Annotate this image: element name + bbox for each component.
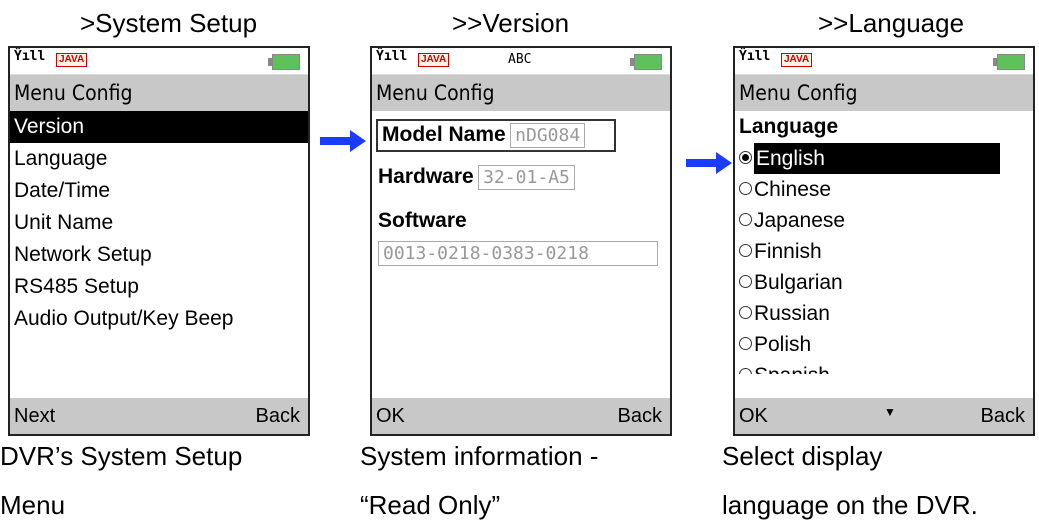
hardware-field: 32-01-A5 — [478, 165, 575, 190]
menu-title: Menu Config — [735, 75, 1033, 111]
caption-line: System information - — [360, 441, 599, 471]
language-option-japanese[interactable]: Japanese — [735, 205, 1033, 236]
language-label: English — [754, 143, 1000, 174]
radio-icon — [739, 275, 752, 288]
ok-softkey[interactable]: OK — [739, 398, 768, 434]
menu-item-version[interactable]: Version — [10, 111, 308, 143]
input-mode-indicator: ABC — [508, 52, 532, 67]
radio-selected-icon — [739, 151, 752, 164]
radio-icon — [739, 337, 752, 350]
java-icon: JAVA — [56, 53, 88, 67]
java-icon: JAVA — [418, 53, 450, 67]
language-label: Finnish — [754, 240, 822, 263]
model-name-label: Model Name — [382, 123, 506, 146]
radio-icon — [739, 182, 752, 195]
menu-list: Version Language Date/Time Unit Name Net… — [10, 111, 308, 401]
phone-screen-system-setup: Ÿıll JAVA Menu Config Version Language D… — [8, 46, 310, 436]
language-option-spanish[interactable]: Spanish — [735, 360, 1033, 374]
caption-line: “Read Only” — [360, 490, 501, 520]
language-option-finnish[interactable]: Finnish — [735, 236, 1033, 267]
language-option-english[interactable]: English — [735, 143, 1033, 174]
right-arrow-icon — [686, 152, 732, 174]
language-label: Russian — [754, 302, 830, 325]
caption-line: language on the DVR. — [722, 490, 978, 520]
language-label: Chinese — [754, 178, 832, 201]
hardware-row: Hardware 32-01-A5 — [378, 165, 575, 190]
hardware-label: Hardware — [378, 165, 474, 188]
phone-screen-version: Ÿıll JAVA ABC Menu Config Model Name nDG… — [370, 46, 672, 436]
radio-icon — [739, 306, 752, 319]
soft-key-bar: OK Back — [372, 398, 670, 434]
ok-softkey[interactable]: OK — [376, 398, 405, 434]
caption-version: System information - “Read Only” — [360, 432, 598, 530]
menu-item-language[interactable]: Language — [10, 143, 308, 175]
back-softkey[interactable]: Back — [618, 398, 662, 434]
caption-system-setup: DVR’s System Setup Menu — [0, 432, 242, 530]
battery-icon — [630, 54, 662, 70]
back-softkey[interactable]: Back — [981, 398, 1025, 434]
language-option-polish[interactable]: Polish — [735, 329, 1033, 360]
language-section-label: Language — [739, 115, 839, 138]
language-label: Bulgarian — [754, 271, 843, 294]
next-softkey[interactable]: Next — [14, 398, 55, 434]
battery-icon — [268, 54, 300, 70]
software-field: 0013-0218-0383-0218 — [378, 241, 658, 266]
model-name-row: Model Name nDG084 — [376, 119, 616, 152]
radio-icon — [739, 213, 752, 226]
down-arrow-icon: ▼ — [884, 405, 896, 419]
caption-line: Select display — [722, 441, 883, 471]
language-option-bulgarian[interactable]: Bulgarian — [735, 267, 1033, 298]
heading-language: >>Language — [818, 8, 965, 38]
language-option-chinese[interactable]: Chinese — [735, 174, 1033, 205]
model-name-field: nDG084 — [510, 123, 586, 148]
status-bar: Ÿıll JAVA — [10, 48, 308, 75]
menu-item-date-time[interactable]: Date/Time — [10, 175, 308, 207]
caption-line: Menu — [0, 490, 66, 520]
menu-title: Menu Config — [372, 75, 670, 111]
phone-screen-language: Ÿıll JAVA Menu Config Language English C… — [733, 46, 1035, 436]
software-label: Software — [378, 209, 467, 232]
menu-item-unit-name[interactable]: Unit Name — [10, 207, 308, 239]
status-bar: Ÿıll JAVA ABC — [372, 48, 670, 75]
menu-item-audio-output[interactable]: Audio Output/Key Beep — [10, 303, 308, 335]
signal-icon: Ÿıll — [14, 49, 46, 64]
back-softkey[interactable]: Back — [256, 398, 300, 434]
caption-line: DVR’s System Setup — [0, 441, 243, 471]
heading-system-setup: >System Setup — [80, 8, 258, 38]
java-icon: JAVA — [781, 53, 813, 67]
status-bar: Ÿıll JAVA — [735, 48, 1033, 75]
version-info: Model Name nDG084 Hardware 32-01-A5 Soft… — [372, 111, 670, 401]
signal-icon: Ÿıll — [376, 49, 408, 64]
language-option-russian[interactable]: Russian — [735, 298, 1033, 329]
caption-language: Select display language on the DVR. — [722, 432, 978, 530]
language-list: Language English Chinese Japanese Finnis… — [735, 111, 1033, 401]
language-label: Japanese — [754, 209, 846, 232]
language-label: Polish — [754, 333, 812, 356]
menu-title: Menu Config — [10, 75, 308, 111]
radio-icon — [739, 368, 752, 374]
radio-icon — [739, 244, 752, 257]
language-label: Spanish — [754, 364, 830, 374]
battery-icon — [993, 54, 1025, 70]
soft-key-bar: Next Back — [10, 398, 308, 434]
soft-key-bar: OK ▼ Back — [735, 398, 1033, 434]
menu-item-rs485-setup[interactable]: RS485 Setup — [10, 271, 308, 303]
heading-version: >>Version — [452, 8, 570, 38]
signal-icon: Ÿıll — [739, 49, 771, 64]
menu-item-network-setup[interactable]: Network Setup — [10, 239, 308, 271]
right-arrow-icon — [320, 130, 366, 152]
